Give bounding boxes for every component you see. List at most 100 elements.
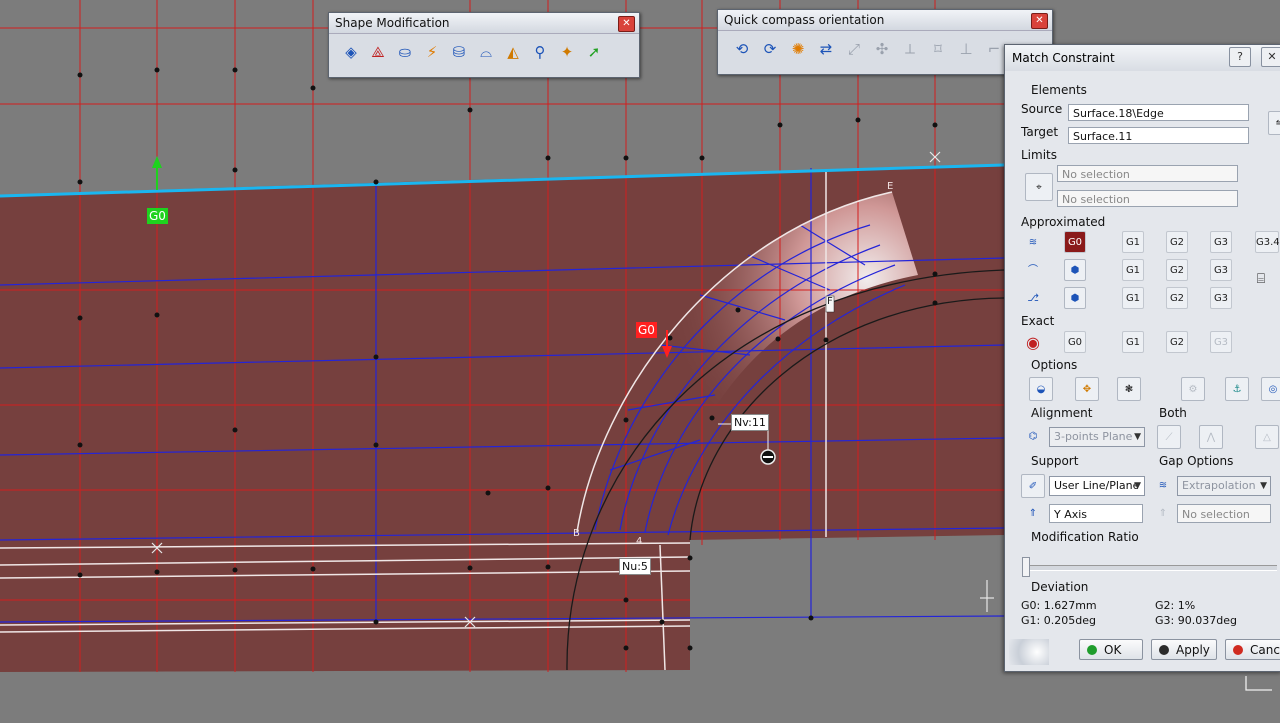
nv-label[interactable]: Nv:11	[731, 414, 769, 431]
both-option-2-icon[interactable]: ⋀	[1199, 425, 1223, 449]
fill-icon[interactable]: ⟁	[366, 40, 390, 64]
spiral-icon[interactable]: ◎	[1261, 377, 1280, 401]
extend-icon[interactable]: ⚡	[420, 40, 444, 64]
approx-g3-button[interactable]: G3	[1210, 231, 1232, 253]
cancel-label: Cancel	[1250, 643, 1280, 657]
styling-fillet-icon[interactable]: ◭	[501, 40, 525, 64]
ok-button[interactable]: OK	[1079, 639, 1143, 660]
approx-row2-g3-button[interactable]: G3	[1210, 259, 1232, 281]
help-button[interactable]: ?	[1229, 47, 1251, 67]
both-option-1-icon[interactable]: ⟋	[1157, 425, 1181, 449]
exact-g1-button[interactable]: G1	[1122, 331, 1144, 353]
match-constraint-icon[interactable]: ➚	[582, 40, 606, 64]
deviation-heading: Deviation	[1031, 580, 1089, 594]
match-constraint-dialog[interactable]: Match Constraint ? ✕ Elements Source Sur…	[1004, 44, 1280, 672]
ratio-slider-thumb[interactable]	[1022, 557, 1030, 577]
footer-logo	[1009, 639, 1049, 665]
limits-heading: Limits	[1021, 148, 1057, 162]
approx-row3-icon[interactable]: ⎇	[1021, 287, 1045, 311]
bracket-icon: ⌸	[1256, 271, 1266, 287]
project-ends-icon[interactable]: ◒	[1029, 377, 1053, 401]
gap-icon[interactable]: ≋	[1151, 474, 1175, 498]
support-value: User Line/Plane	[1054, 479, 1138, 492]
limit-1-field[interactable]: No selection	[1057, 165, 1238, 182]
approx-row1-icon[interactable]: ≋	[1021, 231, 1045, 255]
apply-label: Apply	[1176, 643, 1210, 657]
exact-g3-button[interactable]: G3	[1210, 331, 1232, 353]
support-icon[interactable]: ✐	[1021, 474, 1045, 498]
cancel-button[interactable]: Cancel	[1225, 639, 1280, 660]
toolbar-title[interactable]: Quick compass orientation	[718, 10, 1052, 31]
axis-icon[interactable]: ⇑	[1021, 502, 1045, 526]
close-button[interactable]: ✕	[1261, 47, 1280, 67]
match-surface-icon[interactable]: ◈	[339, 40, 363, 64]
approx-row3-g1-button[interactable]: G1	[1122, 287, 1144, 309]
approx-row2-g1-button[interactable]: G1	[1122, 259, 1144, 281]
gap-select[interactable]: Extrapolation ▼	[1177, 476, 1271, 496]
ratio-slider-track[interactable]	[1023, 565, 1277, 571]
source-label: Source	[1021, 102, 1063, 116]
approx-tangent-icon[interactable]: ⬢	[1064, 259, 1086, 281]
compass-exact-icon[interactable]: ⌐	[982, 37, 1006, 61]
exact-target-icon[interactable]: ◉	[1021, 331, 1045, 355]
approx-g2-button[interactable]: G2	[1166, 231, 1188, 253]
diffusion-icon[interactable]: ✥	[1075, 377, 1099, 401]
blend-icon[interactable]: ⌓	[474, 40, 498, 64]
exact-g2-button[interactable]: G2	[1166, 331, 1188, 353]
approx-row3-g3-button[interactable]: G3	[1210, 287, 1232, 309]
approx-row3-g2-button[interactable]: G2	[1166, 287, 1188, 309]
gap-selection-field[interactable]: No selection	[1177, 504, 1271, 523]
approx-row2-icon[interactable]: ⌒	[1021, 259, 1045, 283]
target-field[interactable]: Surface.11	[1068, 127, 1249, 144]
apply-button[interactable]: Apply	[1151, 639, 1217, 660]
support-heading: Support	[1031, 454, 1079, 468]
support-select[interactable]: User Line/Plane ▼	[1049, 476, 1145, 496]
both-option-3-icon[interactable]: △	[1255, 425, 1279, 449]
compass-privileged-icon[interactable]: ⤢	[842, 37, 866, 61]
close-button[interactable]: ✕	[618, 16, 635, 32]
deviation-g3: G3: 90.037deg	[1155, 614, 1237, 627]
quick-analysis-icon[interactable]: ❃	[1117, 377, 1141, 401]
point-label-f: F	[827, 296, 833, 307]
global-deformation-icon[interactable]: ⛀	[393, 40, 417, 64]
alignment-icon[interactable]: ⌬	[1021, 425, 1045, 449]
quick-compass-toolbar[interactable]: Quick compass orientation ✕ ⟲ ⟳ ✺ ⇄ ⤢ ✣ …	[717, 9, 1053, 75]
alignment-select[interactable]: 3-points Plane ▼	[1049, 427, 1145, 447]
compass-to-screen-icon[interactable]: ⇄	[814, 37, 838, 61]
elements-heading: Elements	[1031, 83, 1087, 97]
ok-icon	[1087, 645, 1097, 655]
approx-row2-g2-button[interactable]: G2	[1166, 259, 1188, 281]
control-points-icon[interactable]: ✦	[555, 40, 579, 64]
gap-value: Extrapolation	[1182, 479, 1256, 492]
exact-g0-button[interactable]: G0	[1064, 331, 1086, 353]
compass-reset-icon[interactable]: ⌑	[926, 37, 950, 61]
swap-icon[interactable]: ⇋	[1268, 111, 1280, 135]
approx-g1-button[interactable]: G1	[1122, 231, 1144, 253]
limits-icon[interactable]: ⌖	[1025, 173, 1053, 201]
nu-label[interactable]: Nu:5	[619, 558, 651, 575]
gap-selection-icon[interactable]: ⇑	[1151, 502, 1175, 526]
limit-2-field[interactable]: No selection	[1057, 190, 1238, 207]
exact-heading: Exact	[1021, 314, 1055, 328]
project-boundaries-icon[interactable]: ⚓	[1225, 377, 1249, 401]
close-button[interactable]: ✕	[1031, 13, 1048, 29]
rotate-yz-icon[interactable]: ⟳	[758, 37, 782, 61]
cancel-icon	[1233, 645, 1243, 655]
g0-tag-red: G0	[636, 322, 657, 338]
compass-center-icon[interactable]: ⟂	[898, 37, 922, 61]
approx-curvature-icon[interactable]: ⬢	[1064, 287, 1086, 309]
shape-fillet-icon[interactable]: ⛁	[447, 40, 471, 64]
approx-g34-button[interactable]: G3.4	[1255, 231, 1280, 253]
axis-field[interactable]: Y Axis	[1049, 504, 1143, 523]
rotate-xy-icon[interactable]: ⟲	[730, 37, 754, 61]
rotate-xz-icon[interactable]: ✺	[786, 37, 810, 61]
both-heading: Both	[1159, 406, 1187, 420]
approx-g0-button[interactable]: G0	[1064, 231, 1086, 253]
translate-icon[interactable]: ⚲	[528, 40, 552, 64]
shape-modification-toolbar[interactable]: Shape Modification ✕ ◈ ⟁ ⛀ ⚡ ⛁ ⌓ ◭ ⚲ ✦ ➚	[328, 12, 640, 78]
move-on-icon[interactable]: ⚙	[1181, 377, 1205, 401]
compass-rotate-icon[interactable]: ✣	[870, 37, 894, 61]
compass-align-icon[interactable]: ⊥	[954, 37, 978, 61]
source-field[interactable]: Surface.18\Edge	[1068, 104, 1249, 121]
toolbar-title[interactable]: Shape Modification	[329, 13, 639, 34]
